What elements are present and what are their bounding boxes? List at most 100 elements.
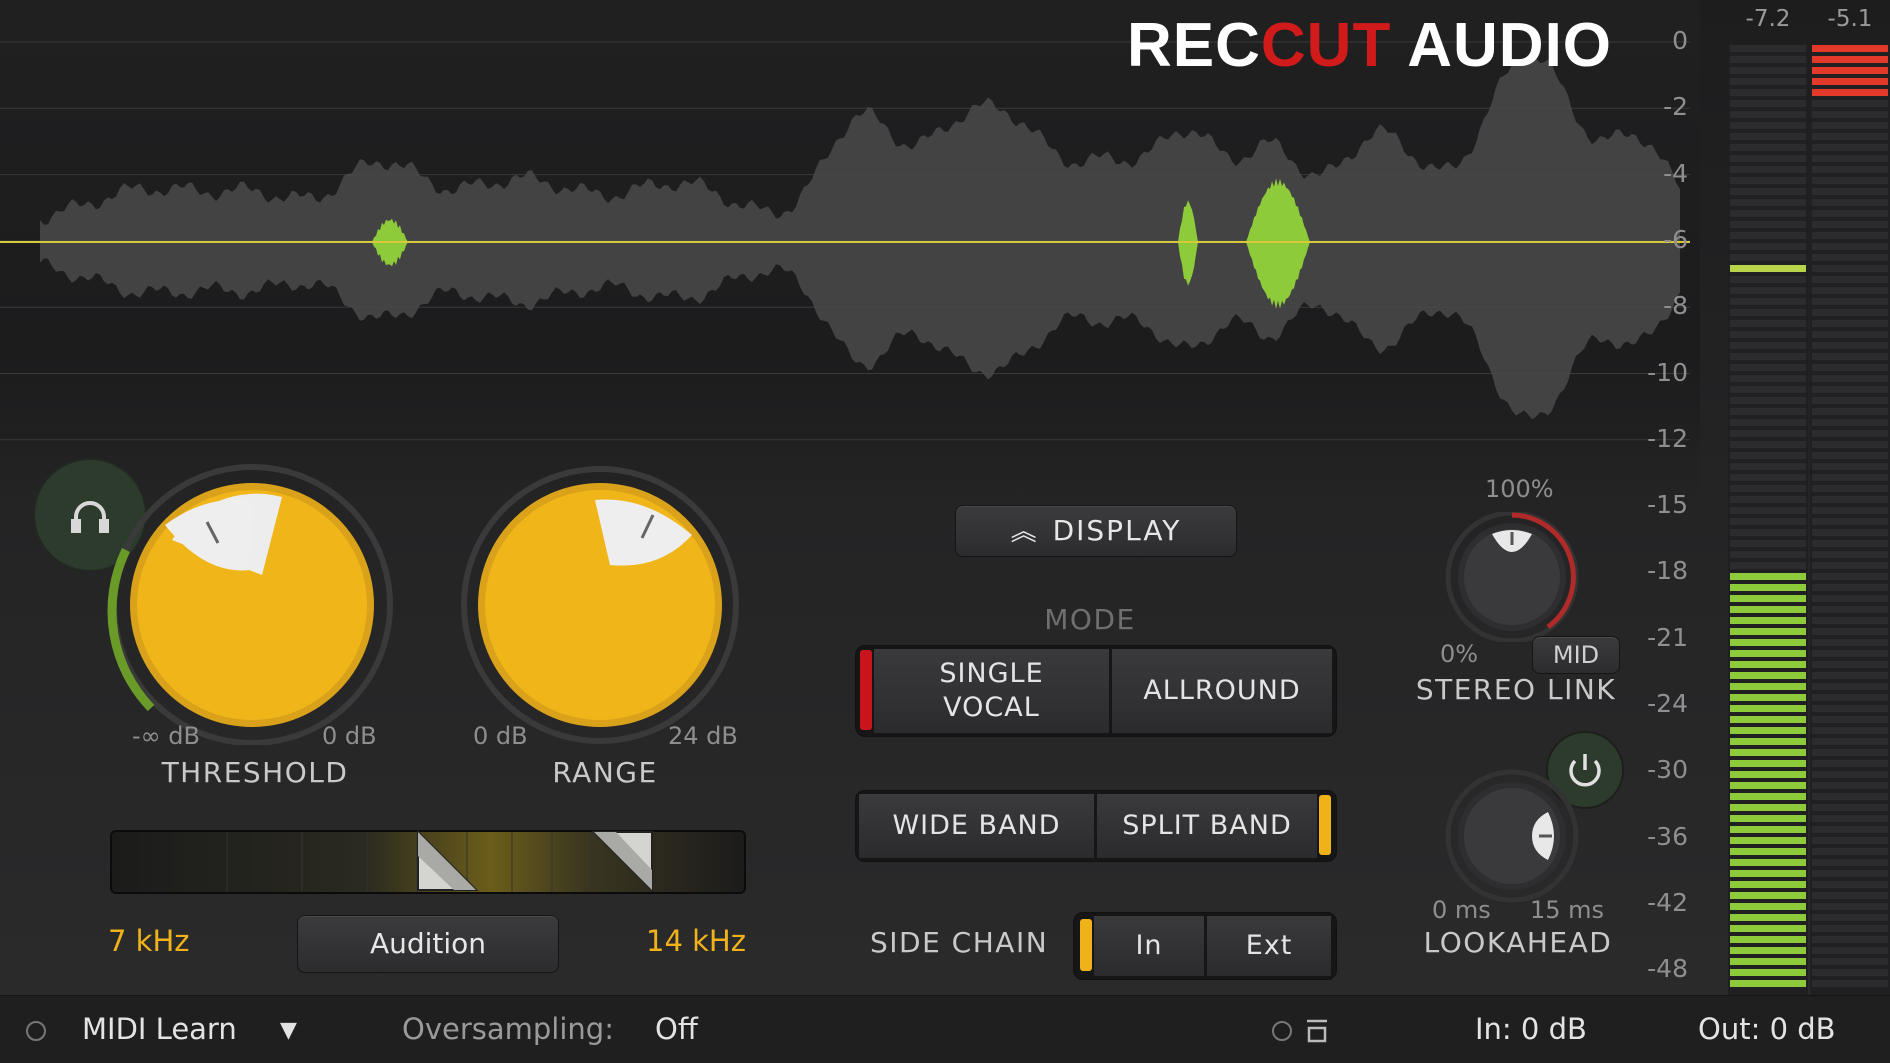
range-knob[interactable] xyxy=(460,465,740,745)
side-chain-label: SIDE CHAIN xyxy=(870,926,1049,959)
meter-segment xyxy=(1730,639,1806,646)
meter-segment xyxy=(1730,188,1806,195)
meter-segment xyxy=(1812,837,1888,844)
range-label: RANGE xyxy=(552,756,658,789)
meter-segment xyxy=(1730,78,1806,85)
meter-segment xyxy=(1730,67,1806,74)
oversampling-value[interactable]: Off xyxy=(655,1012,698,1046)
meter-segment xyxy=(1730,342,1806,349)
midi-learn-toggle[interactable] xyxy=(26,1021,46,1041)
high-band-handle[interactable] xyxy=(592,830,656,894)
meter-segment xyxy=(1812,485,1888,492)
display-button[interactable]: ︽ DISPLAY xyxy=(955,505,1237,557)
output-gain[interactable]: Out: 0 dB xyxy=(1698,1012,1836,1046)
meter-segment xyxy=(1730,540,1806,547)
meter-segment xyxy=(1730,166,1806,173)
meter-segment xyxy=(1730,298,1806,305)
meter-segment xyxy=(1730,496,1806,503)
meter-segment xyxy=(1812,364,1888,371)
meter-segment xyxy=(1730,749,1806,756)
mode-title: MODE xyxy=(1044,603,1136,636)
meter-segment xyxy=(1730,661,1806,668)
meter-segment xyxy=(1812,210,1888,217)
side-chain-in-button[interactable]: In xyxy=(1094,916,1204,976)
threshold-knob[interactable] xyxy=(30,455,400,745)
meter-segment xyxy=(1812,320,1888,327)
meter-segment xyxy=(1730,276,1806,283)
meter-segment xyxy=(1730,441,1806,448)
meter-segment xyxy=(1812,419,1888,426)
meter-segment xyxy=(1812,573,1888,580)
side-chain-in-indicator xyxy=(1080,919,1092,971)
meter-segment xyxy=(1812,672,1888,679)
option-toggle[interactable] xyxy=(1272,1021,1292,1041)
input-peak-readout[interactable]: -7.2 xyxy=(1728,6,1808,32)
single-vocal-indicator xyxy=(860,650,872,730)
meter-segment xyxy=(1812,595,1888,602)
meter-segment xyxy=(1730,353,1806,360)
side-chain-ext-button[interactable]: Ext xyxy=(1207,916,1331,976)
meter-segment xyxy=(1812,760,1888,767)
band-low-value: 7 kHz xyxy=(108,924,190,958)
low-band-handle[interactable] xyxy=(414,830,484,894)
meter-segment xyxy=(1812,727,1888,734)
allround-button[interactable]: ALLROUND xyxy=(1112,649,1332,733)
lookahead-knob[interactable] xyxy=(1440,768,1590,908)
meter-segment xyxy=(1730,452,1806,459)
display-button-label: DISPLAY xyxy=(1052,514,1182,547)
meter-segment xyxy=(1812,232,1888,239)
meter-segment xyxy=(1812,507,1888,514)
scale-label: -18 xyxy=(1647,556,1688,586)
input-waveform xyxy=(40,55,1680,420)
collapse-icon[interactable] xyxy=(1305,1018,1329,1044)
meter-segment xyxy=(1812,430,1888,437)
meter-segment xyxy=(1730,650,1806,657)
meter-segment xyxy=(1812,705,1888,712)
meter-segment xyxy=(1730,716,1806,723)
meter-segment xyxy=(1730,419,1806,426)
single-vocal-button[interactable]: SINGLE VOCAL xyxy=(874,649,1109,733)
meter-segment xyxy=(1812,870,1888,877)
meter-segment xyxy=(1812,408,1888,415)
meter-segment xyxy=(1812,518,1888,525)
meter-segment xyxy=(1730,364,1806,371)
split-band-button[interactable]: SPLIT BAND xyxy=(1097,794,1317,858)
meter-segment xyxy=(1812,628,1888,635)
stereo-link-mode-button[interactable]: MID xyxy=(1532,636,1620,674)
meter-segment xyxy=(1812,496,1888,503)
meter-segment xyxy=(1812,606,1888,613)
audition-button[interactable]: Audition xyxy=(297,915,559,973)
mode-selector: SINGLE VOCAL ALLROUND xyxy=(855,645,1337,737)
chevron-down-icon[interactable]: ▼ xyxy=(280,1018,297,1043)
meter-segment xyxy=(1730,782,1806,789)
input-gain[interactable]: In: 0 dB xyxy=(1475,1012,1587,1046)
output-peak-readout[interactable]: -5.1 xyxy=(1810,6,1890,32)
threshold-min-label: -∞ dB xyxy=(132,722,200,750)
meter-segment xyxy=(1730,232,1806,239)
scale-label: -8 xyxy=(1663,291,1688,321)
scale-label: -6 xyxy=(1663,224,1688,254)
midi-learn-button[interactable]: MIDI Learn xyxy=(82,1012,237,1046)
lookahead-label: LOOKAHEAD xyxy=(1423,926,1613,959)
meter-segment xyxy=(1730,133,1806,140)
meter-segment xyxy=(1812,694,1888,701)
meter-segment xyxy=(1730,760,1806,767)
meter-segment xyxy=(1730,485,1806,492)
meter-segment xyxy=(1730,903,1806,910)
scale-label: -48 xyxy=(1647,954,1688,984)
meter-segment xyxy=(1730,958,1806,965)
meter-segment xyxy=(1730,848,1806,855)
output-meter xyxy=(1810,45,1890,995)
meter-segment xyxy=(1812,661,1888,668)
scale-label: -10 xyxy=(1647,357,1688,387)
meter-segment xyxy=(1812,639,1888,646)
band-mode-selector: WIDE BAND SPLIT BAND xyxy=(855,790,1337,862)
stereo-link-knob[interactable] xyxy=(1440,512,1590,642)
meter-segment xyxy=(1812,540,1888,547)
wide-band-button[interactable]: WIDE BAND xyxy=(859,794,1094,858)
meter-segment xyxy=(1730,144,1806,151)
meter-segment xyxy=(1812,584,1888,591)
headphone-button[interactable] xyxy=(33,458,147,572)
meter-segment xyxy=(1812,859,1888,866)
meter-segment xyxy=(1730,936,1806,943)
